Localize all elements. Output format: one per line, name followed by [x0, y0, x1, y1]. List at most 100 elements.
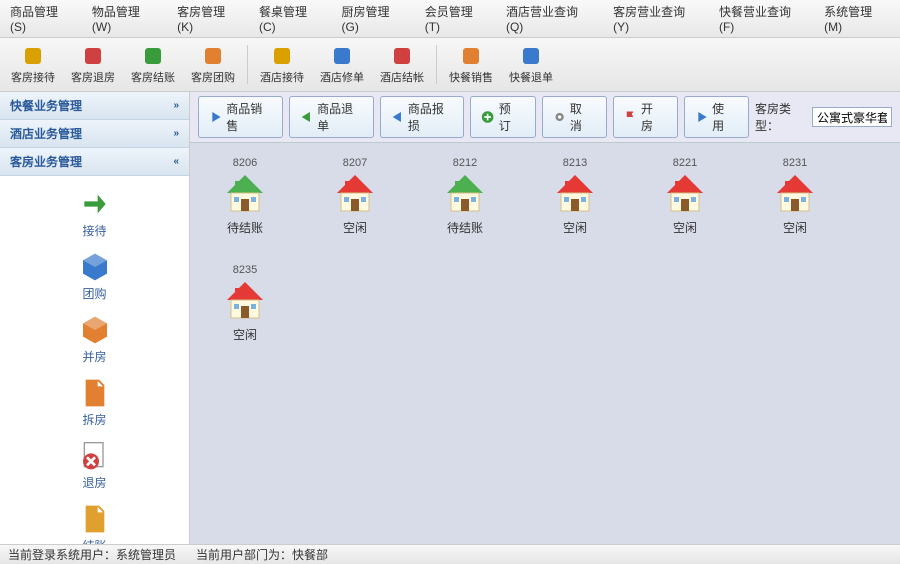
menu-bar: 商品管理(S) 物品管理(W) 客房管理(K) 餐桌管理(C) 厨房管理(G) 会员管理(…	[0, 0, 900, 38]
status-user-value: 系统管理员	[116, 548, 176, 562]
side-panel-title: 客房业务管理	[10, 153, 82, 170]
toolbar-label: 酒店接待	[260, 69, 304, 85]
status-user-label: 当前登录系统用户：	[8, 548, 116, 562]
action-label: 商品报损	[408, 100, 454, 134]
room-number: 8231	[783, 157, 807, 169]
action-label: 商品销售	[226, 100, 272, 134]
menu-item-7[interactable]: 客房营业查询(Y)	[613, 3, 701, 34]
toolbar-label: 客房结账	[131, 69, 175, 85]
action-label: 预 订	[499, 100, 525, 134]
side-panel-header-2[interactable]: 客房业务管理 «	[0, 148, 189, 176]
status-dept-label: 当前用户部门为：	[196, 548, 292, 562]
toolbar-label: 酒店修单	[320, 69, 364, 85]
side-item-label: 拆房	[82, 411, 106, 428]
chevron-icon: «	[173, 156, 179, 167]
room-8213[interactable]: 8213 空闲	[540, 157, 610, 236]
chevron-icon: »	[173, 100, 179, 111]
side-item-退房[interactable]: 退房	[0, 434, 189, 497]
action-使用[interactable]: 使 用	[684, 96, 749, 138]
room-8231[interactable]: 8231 空闲	[760, 157, 830, 236]
toolbar-快餐销售[interactable]: 快餐销售	[442, 41, 500, 88]
desk-icon	[270, 44, 294, 68]
main-toolbar: 客房接待客房退房客房结账客房团购酒店接待酒店修单酒店结帐快餐销售快餐退单	[0, 38, 900, 92]
side-item-label: 接待	[82, 222, 106, 239]
house-icon	[221, 171, 269, 215]
side-item-label: 团购	[82, 285, 106, 302]
group-icon	[201, 44, 225, 68]
bill-icon	[141, 44, 165, 68]
room-status: 空闲	[563, 219, 587, 236]
action-预订[interactable]: 预 订	[470, 96, 535, 138]
room-8212[interactable]: 8212 待结账	[430, 157, 500, 236]
room-status: 待结账	[227, 219, 263, 236]
room-number: 8206	[233, 157, 257, 169]
menu-item-3[interactable]: 餐桌管理(C)	[259, 3, 324, 34]
action-label: 使 用	[712, 100, 738, 134]
menu-item-5[interactable]: 会员管理(T)	[425, 3, 488, 34]
cube-blue-icon	[79, 251, 111, 283]
toolbar-酒店修单[interactable]: 酒店修单	[313, 41, 371, 88]
room-8207[interactable]: 8207 空闲	[320, 157, 390, 236]
house-icon	[771, 171, 819, 215]
room-type-label: 客房类型：	[755, 100, 808, 134]
side-panel-title: 酒店业务管理	[10, 125, 82, 142]
menu-item-0[interactable]: 商品管理(S)	[10, 3, 74, 34]
toolbar-label: 客房接待	[11, 69, 55, 85]
menu-item-8[interactable]: 快餐营业查询(F)	[719, 3, 806, 34]
room-number: 8207	[343, 157, 367, 169]
house-icon	[661, 171, 709, 215]
menu-item-1[interactable]: 物品管理(W)	[92, 3, 159, 34]
back-blue-icon	[391, 110, 404, 124]
toolbar-label: 快餐退单	[509, 69, 553, 85]
toolbar-酒店结帐[interactable]: 酒店结帐	[373, 41, 431, 88]
action-开房[interactable]: 开 房	[613, 96, 678, 138]
cube-orange-icon	[79, 314, 111, 346]
toolbar-客房退房[interactable]: 客房退房	[64, 41, 122, 88]
room-status: 空闲	[343, 219, 367, 236]
side-items: 接待团购并房拆房退房结账换班延迟结账查询	[0, 176, 189, 544]
room-8206[interactable]: 8206 待结账	[210, 157, 280, 236]
toolbar-客房接待[interactable]: 客房接待	[4, 41, 62, 88]
menu-item-2[interactable]: 客房管理(K)	[177, 3, 241, 34]
action-label: 开 房	[641, 100, 667, 134]
menu-item-6[interactable]: 酒店营业查询(Q)	[506, 3, 595, 34]
chevron-icon: »	[173, 128, 179, 139]
toolbar-label: 快餐销售	[449, 69, 493, 85]
room-8221[interactable]: 8221 空闲	[650, 157, 720, 236]
toolbar-客房团购[interactable]: 客房团购	[184, 41, 242, 88]
menu-item-9[interactable]: 系统管理(M)	[824, 3, 890, 34]
toolbar-快餐退单[interactable]: 快餐退单	[502, 41, 560, 88]
action-bar: 商品销售 商品退单 商品报损 预 订 取 消 开 房 使 用客房类型：	[190, 92, 900, 143]
house-icon	[441, 171, 489, 215]
side-panel-header-0[interactable]: 快餐业务管理»	[0, 92, 189, 120]
action-商品退单[interactable]: 商品退单	[289, 96, 374, 138]
toolbar-客房结账[interactable]: 客房结账	[124, 41, 182, 88]
room-type-input[interactable]	[812, 107, 892, 127]
action-label: 取 消	[570, 100, 596, 134]
flag-red-icon	[624, 110, 637, 124]
play-blue-icon	[209, 110, 222, 124]
side-item-并房[interactable]: 并房	[0, 308, 189, 371]
room-type-filter: 客房类型：	[755, 100, 892, 134]
side-item-拆房[interactable]: 拆房	[0, 371, 189, 434]
house-icon	[221, 278, 269, 322]
side-item-结账[interactable]: 结账	[0, 497, 189, 544]
play-blue-icon	[695, 110, 708, 124]
action-商品报损[interactable]: 商品报损	[380, 96, 465, 138]
toolbar-酒店接待[interactable]: 酒店接待	[253, 41, 311, 88]
house-icon	[551, 171, 599, 215]
action-取消[interactable]: 取 消	[542, 96, 607, 138]
room-status: 待结账	[447, 219, 483, 236]
side-item-团购[interactable]: 团购	[0, 245, 189, 308]
status-dept-value: 快餐部	[292, 548, 328, 562]
page-icon	[79, 503, 111, 535]
action-商品销售[interactable]: 商品销售	[198, 96, 283, 138]
edit-icon	[330, 44, 354, 68]
side-item-label: 并房	[82, 348, 106, 365]
action-label: 商品退单	[317, 100, 363, 134]
side-item-接待[interactable]: 接待	[0, 182, 189, 245]
side-panel-header-1[interactable]: 酒店业务管理 »	[0, 120, 189, 148]
room-8235[interactable]: 8235 空闲	[210, 264, 280, 343]
gear-icon	[553, 110, 566, 124]
menu-item-4[interactable]: 厨房管理(G)	[342, 3, 407, 34]
